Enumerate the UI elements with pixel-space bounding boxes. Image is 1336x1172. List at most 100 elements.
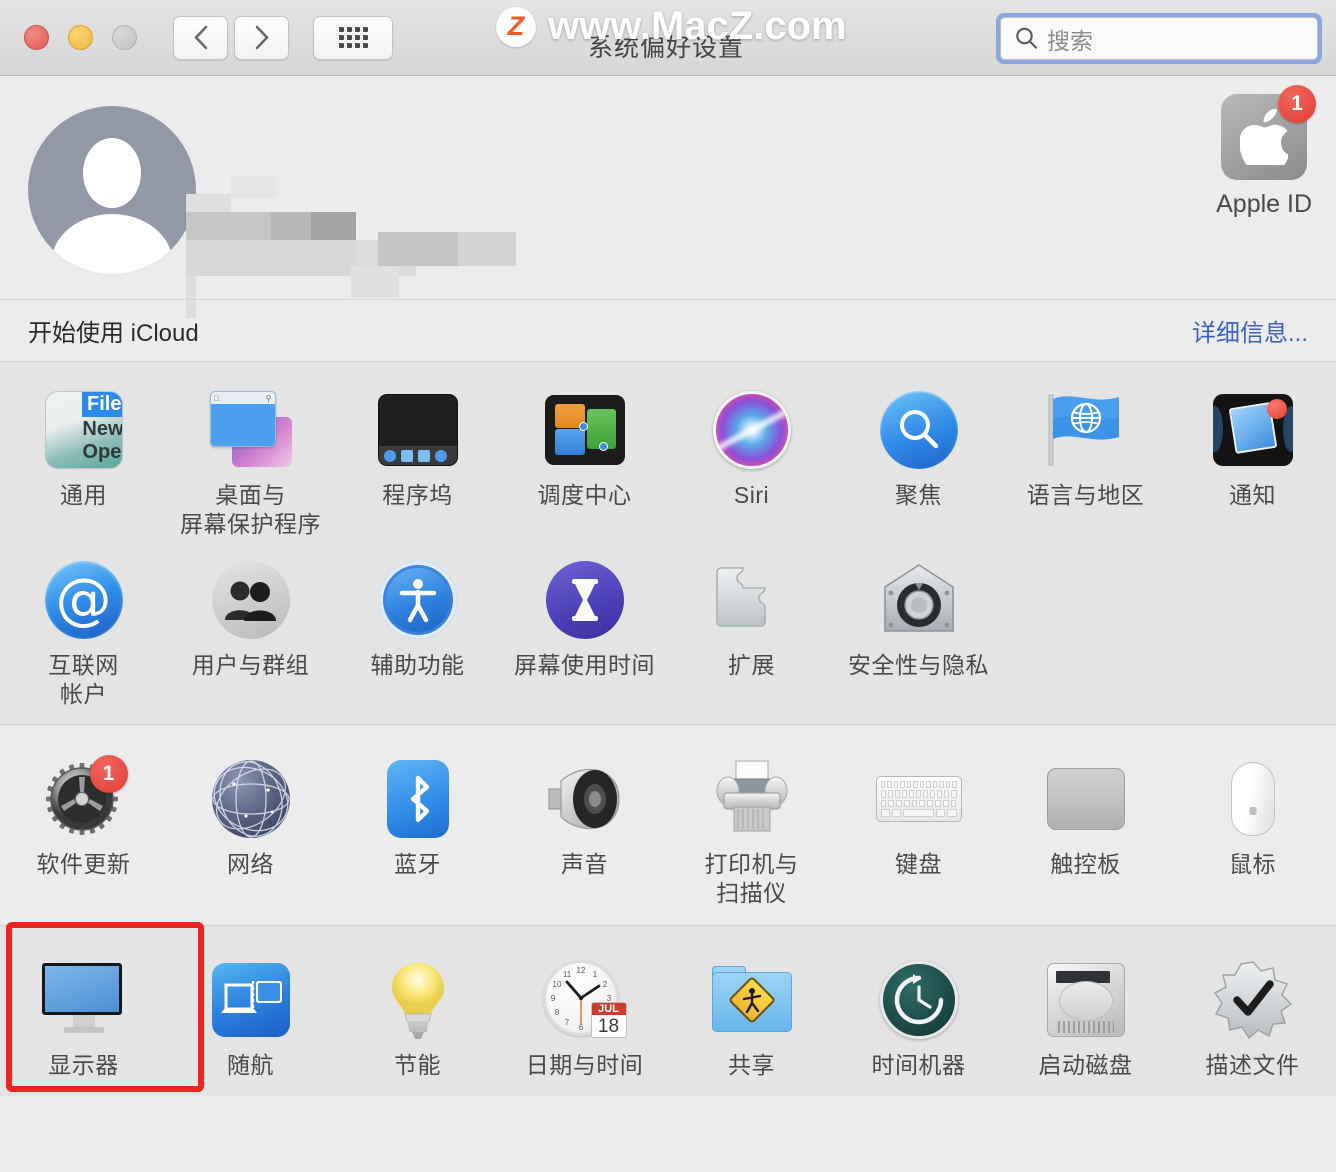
apple-glyph-icon <box>1240 109 1289 165</box>
accessibility-icon <box>378 560 457 639</box>
watermark: Z www.MacZ.com <box>496 4 847 49</box>
pref-label: 用户与群组 <box>191 651 310 678</box>
forward-button[interactable] <box>234 15 289 60</box>
magnifier-glyph-icon <box>899 410 938 449</box>
pref-item-users-groups[interactable]: 用户与群组 <box>167 540 334 710</box>
pref-label: 描述文件 <box>1205 1051 1300 1078</box>
back-button[interactable] <box>173 15 228 60</box>
grid-icon <box>338 27 368 48</box>
pref-label: 安全性与隐私 <box>848 651 989 678</box>
apple-id-badge: 1 <box>1278 85 1317 123</box>
pref-item-spotlight[interactable]: 聚焦 <box>835 370 1002 540</box>
pref-item-siri[interactable]: Siri <box>668 370 835 540</box>
time-machine-icon <box>879 960 958 1039</box>
title-bar: 系统偏好设置 Z www.MacZ.com 搜索 <box>0 0 1336 76</box>
pref-item-startup-disk[interactable]: 启动磁盘 <box>1002 940 1169 1080</box>
pref-item-internet-accounts[interactable]: @ 互联网 帐户 <box>0 540 167 710</box>
pref-item-general[interactable]: File New Ope 通用 <box>0 370 167 540</box>
preferences-pane-personal: File New Ope 通用 ⚲ 桌面与 屏幕保护程序 程序坞 <box>0 362 1336 724</box>
mission-control-icon <box>544 395 625 465</box>
sharing-icon <box>711 965 792 1034</box>
search-field[interactable]: 搜索 <box>1000 17 1318 60</box>
pref-item-date-time[interactable]: 1212 345 678 91011 JUL 18 <box>501 940 668 1080</box>
people-glyph-icon <box>224 581 276 621</box>
pref-item-dock[interactable]: 程序坞 <box>334 370 501 540</box>
displays-icon <box>41 962 126 1037</box>
pref-label: 语言与地区 <box>1026 482 1145 508</box>
chevron-right-icon <box>255 25 269 50</box>
sidecar-icon <box>211 962 290 1037</box>
pref-label: 随航 <box>227 1051 274 1078</box>
keyboard-icon <box>875 775 962 822</box>
bluetooth-glyph-icon <box>410 775 429 822</box>
general-icon-line1: File <box>81 392 122 418</box>
users-groups-icon <box>211 560 290 639</box>
pref-label: 调度中心 <box>537 482 632 508</box>
preferences-grid-system: 显示器 随航 节能 12 1 2 3 6 7 8 9 10 11 JUL 18 … <box>0 940 1336 1080</box>
general-icon: File New Ope <box>44 391 123 469</box>
pref-label: 软件更新 <box>36 850 131 877</box>
chevron-left-icon <box>194 25 208 50</box>
watermark-badge-icon: Z <box>496 6 536 47</box>
pref-item-energy-saver[interactable]: 节能 <box>334 940 501 1080</box>
svg-text:11: 11 <box>562 970 571 979</box>
pref-label: 蓝牙 <box>394 850 441 877</box>
pref-item-time-machine[interactable]: 时间机器 <box>835 940 1002 1080</box>
pref-item-profiles[interactable]: 描述文件 <box>1169 940 1336 1080</box>
internet-accounts-icon: @ <box>44 560 123 639</box>
notifications-icon <box>1212 394 1293 466</box>
pref-item-sidecar[interactable]: 随航 <box>167 940 334 1080</box>
icloud-row: 开始使用 iCloud 详细信息... <box>0 299 1336 361</box>
pref-item-trackpad[interactable]: 触控板 <box>1002 739 1169 909</box>
pref-item-bluetooth[interactable]: 蓝牙 <box>334 739 501 909</box>
pref-label: 聚焦 <box>895 482 942 508</box>
apple-id-item[interactable]: 1 Apple ID <box>1216 85 1317 219</box>
pref-item-sound[interactable]: 声音 <box>501 739 668 909</box>
pref-item-notifications[interactable]: 通知 <box>1169 370 1336 540</box>
pref-item-extensions[interactable]: 扩展 <box>668 540 835 710</box>
apple-id-account-section: 1 Apple ID 开始使用 iCloud 详细信息... <box>0 76 1336 362</box>
pref-item-accessibility[interactable]: 辅助功能 <box>334 540 501 710</box>
mouse-icon <box>1230 761 1275 836</box>
minimize-button[interactable] <box>68 25 93 50</box>
zoom-button[interactable] <box>112 25 137 50</box>
pref-item-mouse[interactable]: 鼠标 <box>1169 739 1336 909</box>
svg-text:10: 10 <box>552 980 561 989</box>
profiles-icon <box>1213 960 1293 1040</box>
pref-item-sharing[interactable]: 共享 <box>668 940 835 1080</box>
show-all-button[interactable] <box>313 15 393 60</box>
pref-item-network[interactable]: 网络 <box>167 739 334 909</box>
svg-text:12: 12 <box>576 966 585 975</box>
navigation-buttons <box>173 15 289 60</box>
page-title: 系统偏好设置 <box>587 34 744 62</box>
svg-text:8: 8 <box>554 1008 559 1017</box>
pref-label: 声音 <box>561 850 608 877</box>
pref-label: 打印机与 扫描仪 <box>704 850 799 907</box>
close-button[interactable] <box>24 25 49 50</box>
pref-label: 触控板 <box>1050 850 1121 877</box>
startup-disk-icon <box>1046 962 1125 1037</box>
network-icon <box>211 759 290 838</box>
pref-item-displays[interactable]: 显示器 <box>0 940 167 1080</box>
sound-icon <box>543 761 627 837</box>
pref-label: 互联网 帐户 <box>48 651 119 708</box>
pref-item-security-privacy[interactable]: 安全性与隐私 <box>835 540 1002 710</box>
pref-item-desktop-screensaver[interactable]: ⚲ 桌面与 屏幕保护程序 <box>167 370 334 540</box>
pref-label: 扩展 <box>728 651 775 678</box>
pref-item-mission-control[interactable]: 调度中心 <box>501 370 668 540</box>
system-preferences-window: 系统偏好设置 Z www.MacZ.com 搜索 1 Apple ID 开始使用… <box>0 0 1336 1172</box>
pref-item-software-update[interactable]: 1 软件更新 <box>0 739 167 909</box>
search-input[interactable]: 搜索 <box>1047 22 1093 56</box>
details-link[interactable]: 详细信息... <box>1192 313 1308 348</box>
trackpad-icon <box>1046 767 1125 830</box>
pref-label: 显示器 <box>48 1051 119 1078</box>
pref-item-printers-scanners[interactable]: 打印机与 扫描仪 <box>668 739 835 909</box>
pref-item-language-region[interactable]: 语言与地区 <box>1002 370 1169 540</box>
pref-item-screen-time[interactable]: 屏幕使用时间 <box>501 540 668 710</box>
dock-icon <box>377 394 458 466</box>
pref-label: 程序坞 <box>382 482 453 508</box>
avatar[interactable] <box>28 106 196 274</box>
search-icon <box>1016 27 1038 49</box>
screen-time-icon <box>545 560 624 639</box>
pref-item-keyboard[interactable]: 键盘 <box>835 739 1002 909</box>
